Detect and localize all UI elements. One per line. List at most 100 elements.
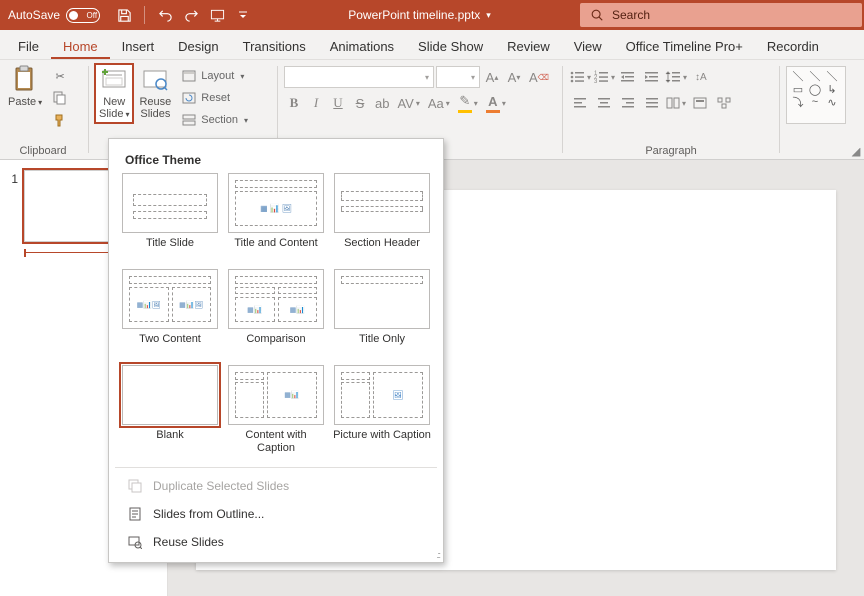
duplicate-slides-action: Duplicate Selected Slides	[115, 472, 437, 500]
tab-recording[interactable]: Recordin	[755, 33, 831, 59]
arrow-shape-icon: ↳	[825, 84, 839, 94]
rect-shape-icon: ▭	[791, 84, 805, 94]
autosave-label: AutoSave	[8, 8, 60, 22]
ribbon-tabs: File Home Insert Design Transitions Anim…	[0, 30, 864, 60]
reuse-slides-small-icon	[127, 534, 143, 550]
tab-transitions[interactable]: Transitions	[231, 33, 318, 59]
slideshow-start-icon[interactable]	[209, 7, 225, 23]
justify-button[interactable]	[641, 92, 663, 114]
search-box[interactable]: Search	[580, 3, 862, 27]
tab-animations[interactable]: Animations	[318, 33, 406, 59]
bold-button[interactable]: B	[284, 92, 304, 114]
tab-home[interactable]: Home	[51, 33, 110, 59]
search-placeholder: Search	[612, 8, 650, 22]
layout-title-only[interactable]: Title Only	[333, 269, 431, 359]
layout-section-header[interactable]: Section Header	[333, 173, 431, 263]
group-paragraph: ▾ 123▾ ▾ ↕A ▾ Paragraph ◢	[565, 60, 777, 159]
layout-content-caption[interactable]: ▦📊 Content with Caption	[227, 365, 325, 455]
tab-insert[interactable]: Insert	[110, 33, 167, 59]
title-bar: AutoSave Off PowerPoint timeline.pptx ▾ …	[0, 0, 864, 30]
section-button[interactable]: Section▾	[177, 110, 252, 130]
shapes-gallery[interactable]: ＼ ＼ ＼ ▭ ◯ ↳ ⤵ ~ ∿	[786, 66, 846, 124]
copy-button[interactable]	[48, 88, 72, 108]
increase-font-button[interactable]: A▴	[482, 66, 502, 88]
layout-two-content[interactable]: ▦📊🖼▦📊🖼 Two Content	[121, 269, 219, 359]
layout-title-slide[interactable]: Title Slide	[121, 173, 219, 263]
group-drawing: ＼ ＼ ＼ ▭ ◯ ↳ ⤵ ~ ∿	[782, 60, 856, 159]
format-painter-button[interactable]	[48, 110, 72, 130]
layout-title-content[interactable]: ▦📊🖼 Title and Content	[227, 173, 325, 263]
svg-text:↕A: ↕A	[695, 72, 707, 83]
undo-icon[interactable]	[157, 7, 173, 23]
new-slide-button[interactable]: New Slide▾	[95, 64, 133, 123]
strikethrough-button[interactable]: S	[350, 92, 370, 114]
autosave-toggle[interactable]: Off	[66, 8, 100, 23]
reset-icon	[181, 90, 197, 106]
layout-grid: Title Slide ▦📊🖼 Title and Content Sectio…	[115, 173, 437, 463]
increase-indent-button[interactable]	[641, 66, 663, 88]
tab-office-timeline[interactable]: Office Timeline Pro+	[614, 33, 755, 59]
reset-button[interactable]: Reset	[177, 88, 252, 108]
reuse-slides-button[interactable]: Reuse Slides	[135, 64, 175, 122]
duplicate-icon	[127, 478, 143, 494]
layout-picture-caption[interactable]: 🖼 Picture with Caption	[333, 365, 431, 455]
underline-button[interactable]: U	[328, 92, 348, 114]
change-case-button[interactable]: Aa▾	[425, 92, 453, 114]
text-direction-icon[interactable]: ↕A	[689, 66, 711, 88]
cut-button[interactable]: ✂	[48, 66, 72, 86]
align-center-button[interactable]	[593, 92, 615, 114]
tab-slideshow[interactable]: Slide Show	[406, 33, 495, 59]
smartart-icon[interactable]	[713, 92, 735, 114]
copy-icon	[52, 90, 68, 106]
decrease-indent-button[interactable]	[617, 66, 639, 88]
italic-button[interactable]: I	[306, 92, 326, 114]
font-name-combo[interactable]: ▾	[284, 66, 434, 88]
resize-grip-icon[interactable]: . : :	[436, 550, 439, 560]
dropdown-heading: Office Theme	[115, 149, 437, 173]
title-dropdown-icon: ▾	[486, 10, 491, 21]
decrease-font-button[interactable]: A▾	[504, 66, 524, 88]
line-shape-icon: ＼	[791, 71, 805, 81]
clipboard-icon	[11, 66, 39, 94]
layout-button[interactable]: Layout▾	[177, 66, 252, 86]
autosave-toggle-group[interactable]: AutoSave Off	[0, 8, 108, 23]
text-shadow-button[interactable]: ab	[372, 92, 392, 114]
numbering-button[interactable]: 123▾	[593, 66, 615, 88]
line-shape-icon: ＼	[808, 71, 822, 81]
outline-icon	[127, 506, 143, 522]
tab-design[interactable]: Design	[166, 33, 230, 59]
tab-file[interactable]: File	[6, 33, 51, 59]
redo-icon[interactable]	[183, 7, 199, 23]
align-right-button[interactable]	[617, 92, 639, 114]
curve-shape-icon: ~	[808, 97, 822, 107]
font-size-combo[interactable]: ▾	[436, 66, 480, 88]
paintbrush-icon	[52, 112, 68, 128]
clear-formatting-button[interactable]: A⌫	[526, 66, 552, 88]
align-text-icon[interactable]	[689, 92, 711, 114]
tab-view[interactable]: View	[562, 33, 614, 59]
document-title[interactable]: PowerPoint timeline.pptx ▾	[259, 8, 580, 22]
new-slide-dropdown: Office Theme Title Slide ▦📊🖼 Title and C…	[108, 138, 444, 563]
tab-review[interactable]: Review	[495, 33, 562, 59]
line-spacing-button[interactable]: ▾	[665, 66, 687, 88]
group-clipboard: Paste▾ ✂ Clipboard ◢	[0, 60, 86, 159]
columns-button[interactable]: ▾	[665, 92, 687, 114]
highlight-color-button[interactable]: ✎▾	[455, 92, 481, 114]
new-slide-icon	[100, 66, 128, 94]
align-left-button[interactable]	[569, 92, 591, 114]
reuse-slides-action[interactable]: Reuse Slides	[115, 528, 437, 556]
group-label-clipboard: Clipboard	[4, 143, 82, 157]
line-shape-icon: ＼	[825, 71, 839, 81]
bullets-button[interactable]: ▾	[569, 66, 591, 88]
layout-comparison[interactable]: ▦📊▦📊 Comparison	[227, 269, 325, 359]
paste-button[interactable]: Paste▾	[4, 64, 46, 111]
curve-shape-icon: ∿	[825, 97, 839, 107]
qat-customize-icon[interactable]	[235, 7, 251, 23]
font-color-button[interactable]: A▾	[483, 92, 509, 114]
section-icon	[181, 112, 197, 128]
char-spacing-button[interactable]: AV▾	[394, 92, 422, 114]
layout-blank[interactable]: Blank	[121, 365, 219, 455]
save-icon[interactable]	[116, 7, 132, 23]
slides-from-outline-action[interactable]: Slides from Outline...	[115, 500, 437, 528]
scissors-icon: ✂	[52, 68, 68, 84]
